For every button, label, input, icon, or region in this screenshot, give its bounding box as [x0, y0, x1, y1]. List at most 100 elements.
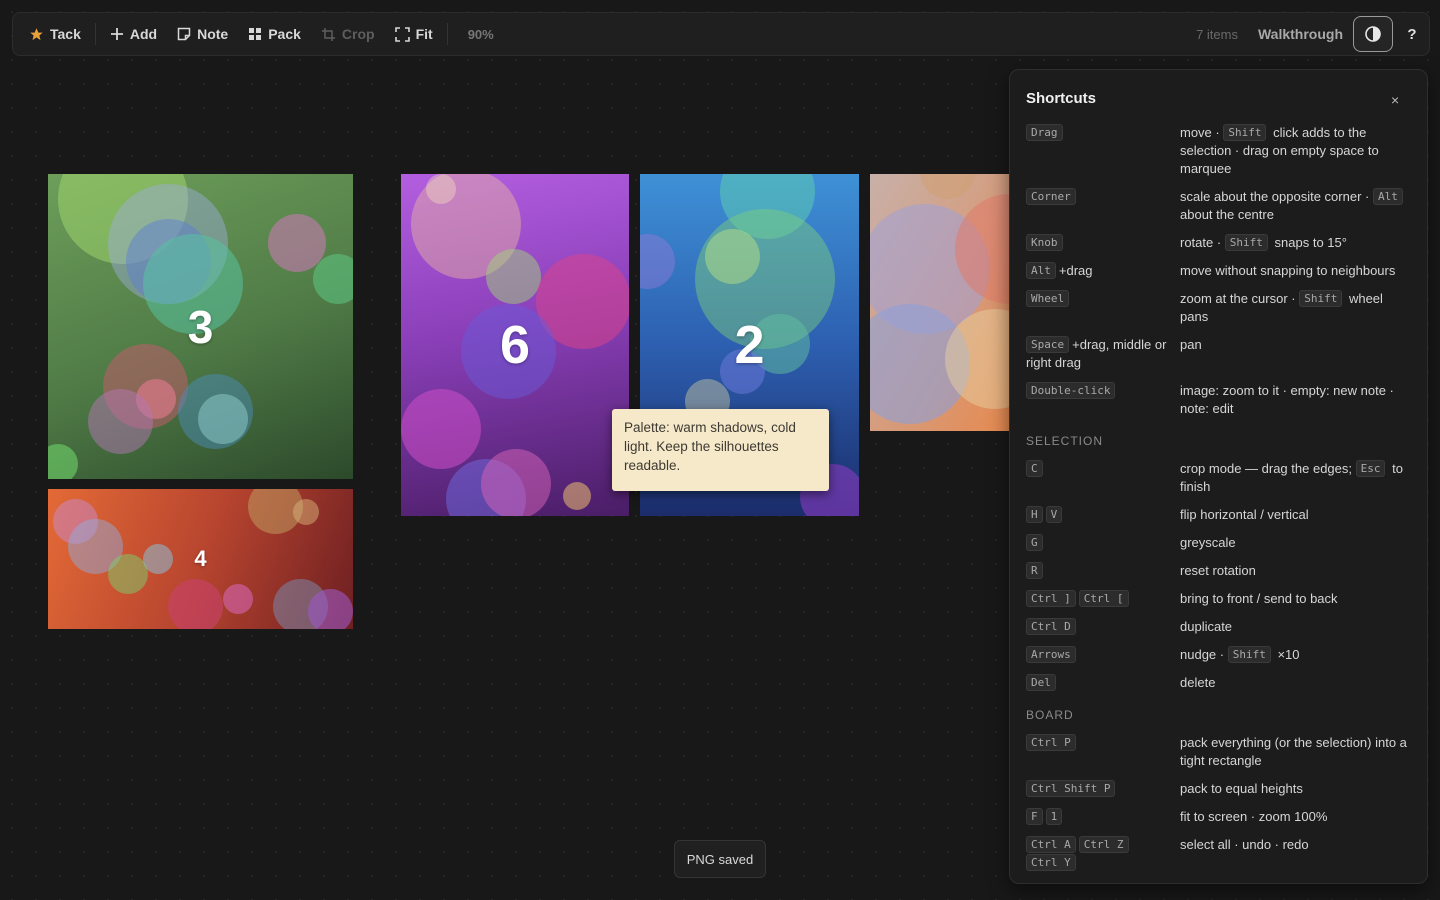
- fit-button[interactable]: Fit: [385, 18, 443, 50]
- shortcut-row: Ggreyscale: [1026, 534, 1418, 552]
- shortcut-description: duplicate: [1180, 618, 1418, 636]
- note-label: Note: [197, 26, 229, 42]
- key-badge: Knob: [1026, 234, 1063, 251]
- key-badge: R: [1026, 562, 1043, 579]
- description-text: snaps to 15°: [1270, 235, 1347, 250]
- add-button[interactable]: Add: [100, 18, 167, 50]
- shortcut-description: image: zoom to it · empty: new note · no…: [1180, 382, 1418, 418]
- shortcut-description: reset rotation: [1180, 562, 1418, 580]
- board-image[interactable]: 3: [48, 174, 353, 479]
- board-image[interactable]: [870, 174, 1009, 431]
- fit-icon: [394, 26, 410, 42]
- shortcut-keys: Arrows: [1026, 646, 1180, 664]
- shortcut-description: scale about the opposite corner · Alt ab…: [1180, 188, 1418, 224]
- shortcut-keys: Double-click: [1026, 382, 1180, 418]
- key-badge: Wheel: [1026, 290, 1070, 307]
- shortcut-keys: Wheel: [1026, 290, 1180, 326]
- shortcut-description: bring to front / send to back: [1180, 590, 1418, 608]
- pack-button[interactable]: Pack: [238, 18, 311, 50]
- key-badge: Ctrl [: [1078, 590, 1129, 607]
- shortcut-row: Ctrl D duplicate: [1026, 618, 1418, 636]
- description-text: delete: [1180, 675, 1216, 690]
- toolbar-divider: [446, 23, 448, 45]
- key-badge: Esc: [1355, 460, 1386, 477]
- board-image[interactable]: 6: [401, 174, 629, 516]
- shortcut-keys: Ctrl P: [1026, 734, 1180, 770]
- shortcut-row: Corner scale about the opposite corner · …: [1026, 188, 1418, 224]
- shortcut-description: delete: [1180, 674, 1418, 692]
- shortcut-keys: F1: [1026, 808, 1180, 826]
- shortcut-keys: HV: [1026, 506, 1180, 524]
- grid-icon: [249, 28, 262, 40]
- description-text: crop mode — drag the edges;: [1180, 461, 1356, 476]
- shortcut-row: H Vflip horizontal / vertical: [1026, 506, 1418, 524]
- shortcut-keys: R: [1026, 562, 1180, 580]
- shortcut-keys: Alt +drag: [1026, 262, 1180, 280]
- key-badge: Shift: [1223, 124, 1267, 141]
- close-icon[interactable]: ×: [1391, 92, 1399, 108]
- crop-button[interactable]: Crop: [311, 18, 385, 50]
- key-badge: Ctrl Y: [1026, 854, 1076, 871]
- shortcut-row: Space +drag, middle or right drag pan: [1026, 336, 1418, 372]
- key-badge: Ctrl Shift P: [1026, 780, 1116, 797]
- shortcut-keys: Knob: [1026, 234, 1180, 252]
- zoom-level[interactable]: 90%: [452, 27, 506, 42]
- description-text: flip horizontal / vertical: [1180, 507, 1309, 522]
- description-text: fit to screen · zoom 100%: [1180, 809, 1328, 824]
- description-text: scale about the opposite corner ·: [1180, 189, 1373, 204]
- shortcut-key-suffix: +drag: [1058, 263, 1093, 278]
- key-badge: Ctrl A: [1026, 836, 1076, 853]
- image-label: 2: [734, 315, 765, 375]
- shortcut-row: Arrows nudge · Shift ×10: [1026, 646, 1418, 664]
- shortcut-row: Ctrl A Ctrl ZCtrl Yselect all · undo · re…: [1026, 836, 1418, 872]
- shortcut-keys: Drag: [1026, 124, 1180, 178]
- note-button[interactable]: Note: [167, 18, 238, 50]
- shortcut-description: select all · undo · redo: [1180, 836, 1418, 872]
- key-badge: H: [1026, 506, 1043, 523]
- description-text: ×10: [1273, 647, 1300, 662]
- shortcut-row: Rreset rotation: [1026, 562, 1418, 580]
- key-badge: Ctrl ]: [1026, 590, 1076, 607]
- sticky-note[interactable]: Palette: warm shadows, cold light. Keep …: [612, 409, 829, 491]
- description-text: duplicate: [1180, 619, 1233, 634]
- theme-toggle-button[interactable]: [1353, 16, 1393, 52]
- shortcut-description: move · Shift click adds to the selection…: [1180, 124, 1418, 178]
- key-badge: Alt: [1026, 262, 1056, 279]
- add-label: Add: [129, 26, 158, 42]
- shortcut-keys: Ctrl D: [1026, 618, 1180, 636]
- tack-label: Tack: [50, 26, 81, 42]
- shortcut-description: zoom at the cursor · Shift wheel pans: [1180, 290, 1418, 326]
- shortcut-keys: Ctrl ] Ctrl [: [1026, 590, 1180, 608]
- walkthrough-button[interactable]: Walkthrough: [1258, 26, 1343, 42]
- help-button[interactable]: ?: [1401, 26, 1423, 43]
- description-text: rotate ·: [1180, 235, 1225, 250]
- key-badge: Drag: [1026, 124, 1063, 141]
- board-image[interactable]: 4: [48, 489, 353, 629]
- description-text: about the centre: [1180, 207, 1274, 222]
- description-text: pan: [1180, 337, 1202, 352]
- fit-label: Fit: [415, 26, 433, 42]
- key-badge: Del: [1026, 674, 1056, 691]
- shortcuts-list: Drag move · Shift click adds to the selec…: [1026, 124, 1418, 882]
- shortcut-keys: Corner: [1026, 188, 1180, 224]
- tack-button[interactable]: Tack: [19, 18, 91, 50]
- shortcut-row: F 1 fit to screen · zoom 100%: [1026, 808, 1418, 826]
- contrast-icon: [1365, 26, 1381, 42]
- shortcut-description: greyscale: [1180, 534, 1418, 552]
- shortcut-keys: Ctrl Shift P: [1026, 780, 1180, 798]
- description-text: nudge ·: [1180, 647, 1228, 662]
- image-label: 3: [187, 300, 214, 353]
- key-badge: Shift: [1227, 646, 1271, 663]
- key-badge: F: [1026, 808, 1043, 825]
- shortcut-description: pan: [1180, 336, 1418, 372]
- shortcut-row: Ctrl ] Ctrl [bring to front / send to bac…: [1026, 590, 1418, 608]
- shortcut-keys: Ctrl A Ctrl ZCtrl Y: [1026, 836, 1180, 872]
- shortcut-description: pack to equal heights: [1180, 780, 1418, 798]
- shortcut-row: Wheel zoom at the cursor · Shift wheel pa…: [1026, 290, 1418, 326]
- description-text: pack everything (or the selection) into …: [1180, 735, 1407, 768]
- shortcut-row: Del delete: [1026, 674, 1418, 692]
- key-badge: Arrows: [1026, 646, 1076, 663]
- shortcut-keys: G: [1026, 534, 1180, 552]
- description-text: pack to equal heights: [1180, 781, 1303, 796]
- description-text: select all · undo · redo: [1180, 837, 1309, 852]
